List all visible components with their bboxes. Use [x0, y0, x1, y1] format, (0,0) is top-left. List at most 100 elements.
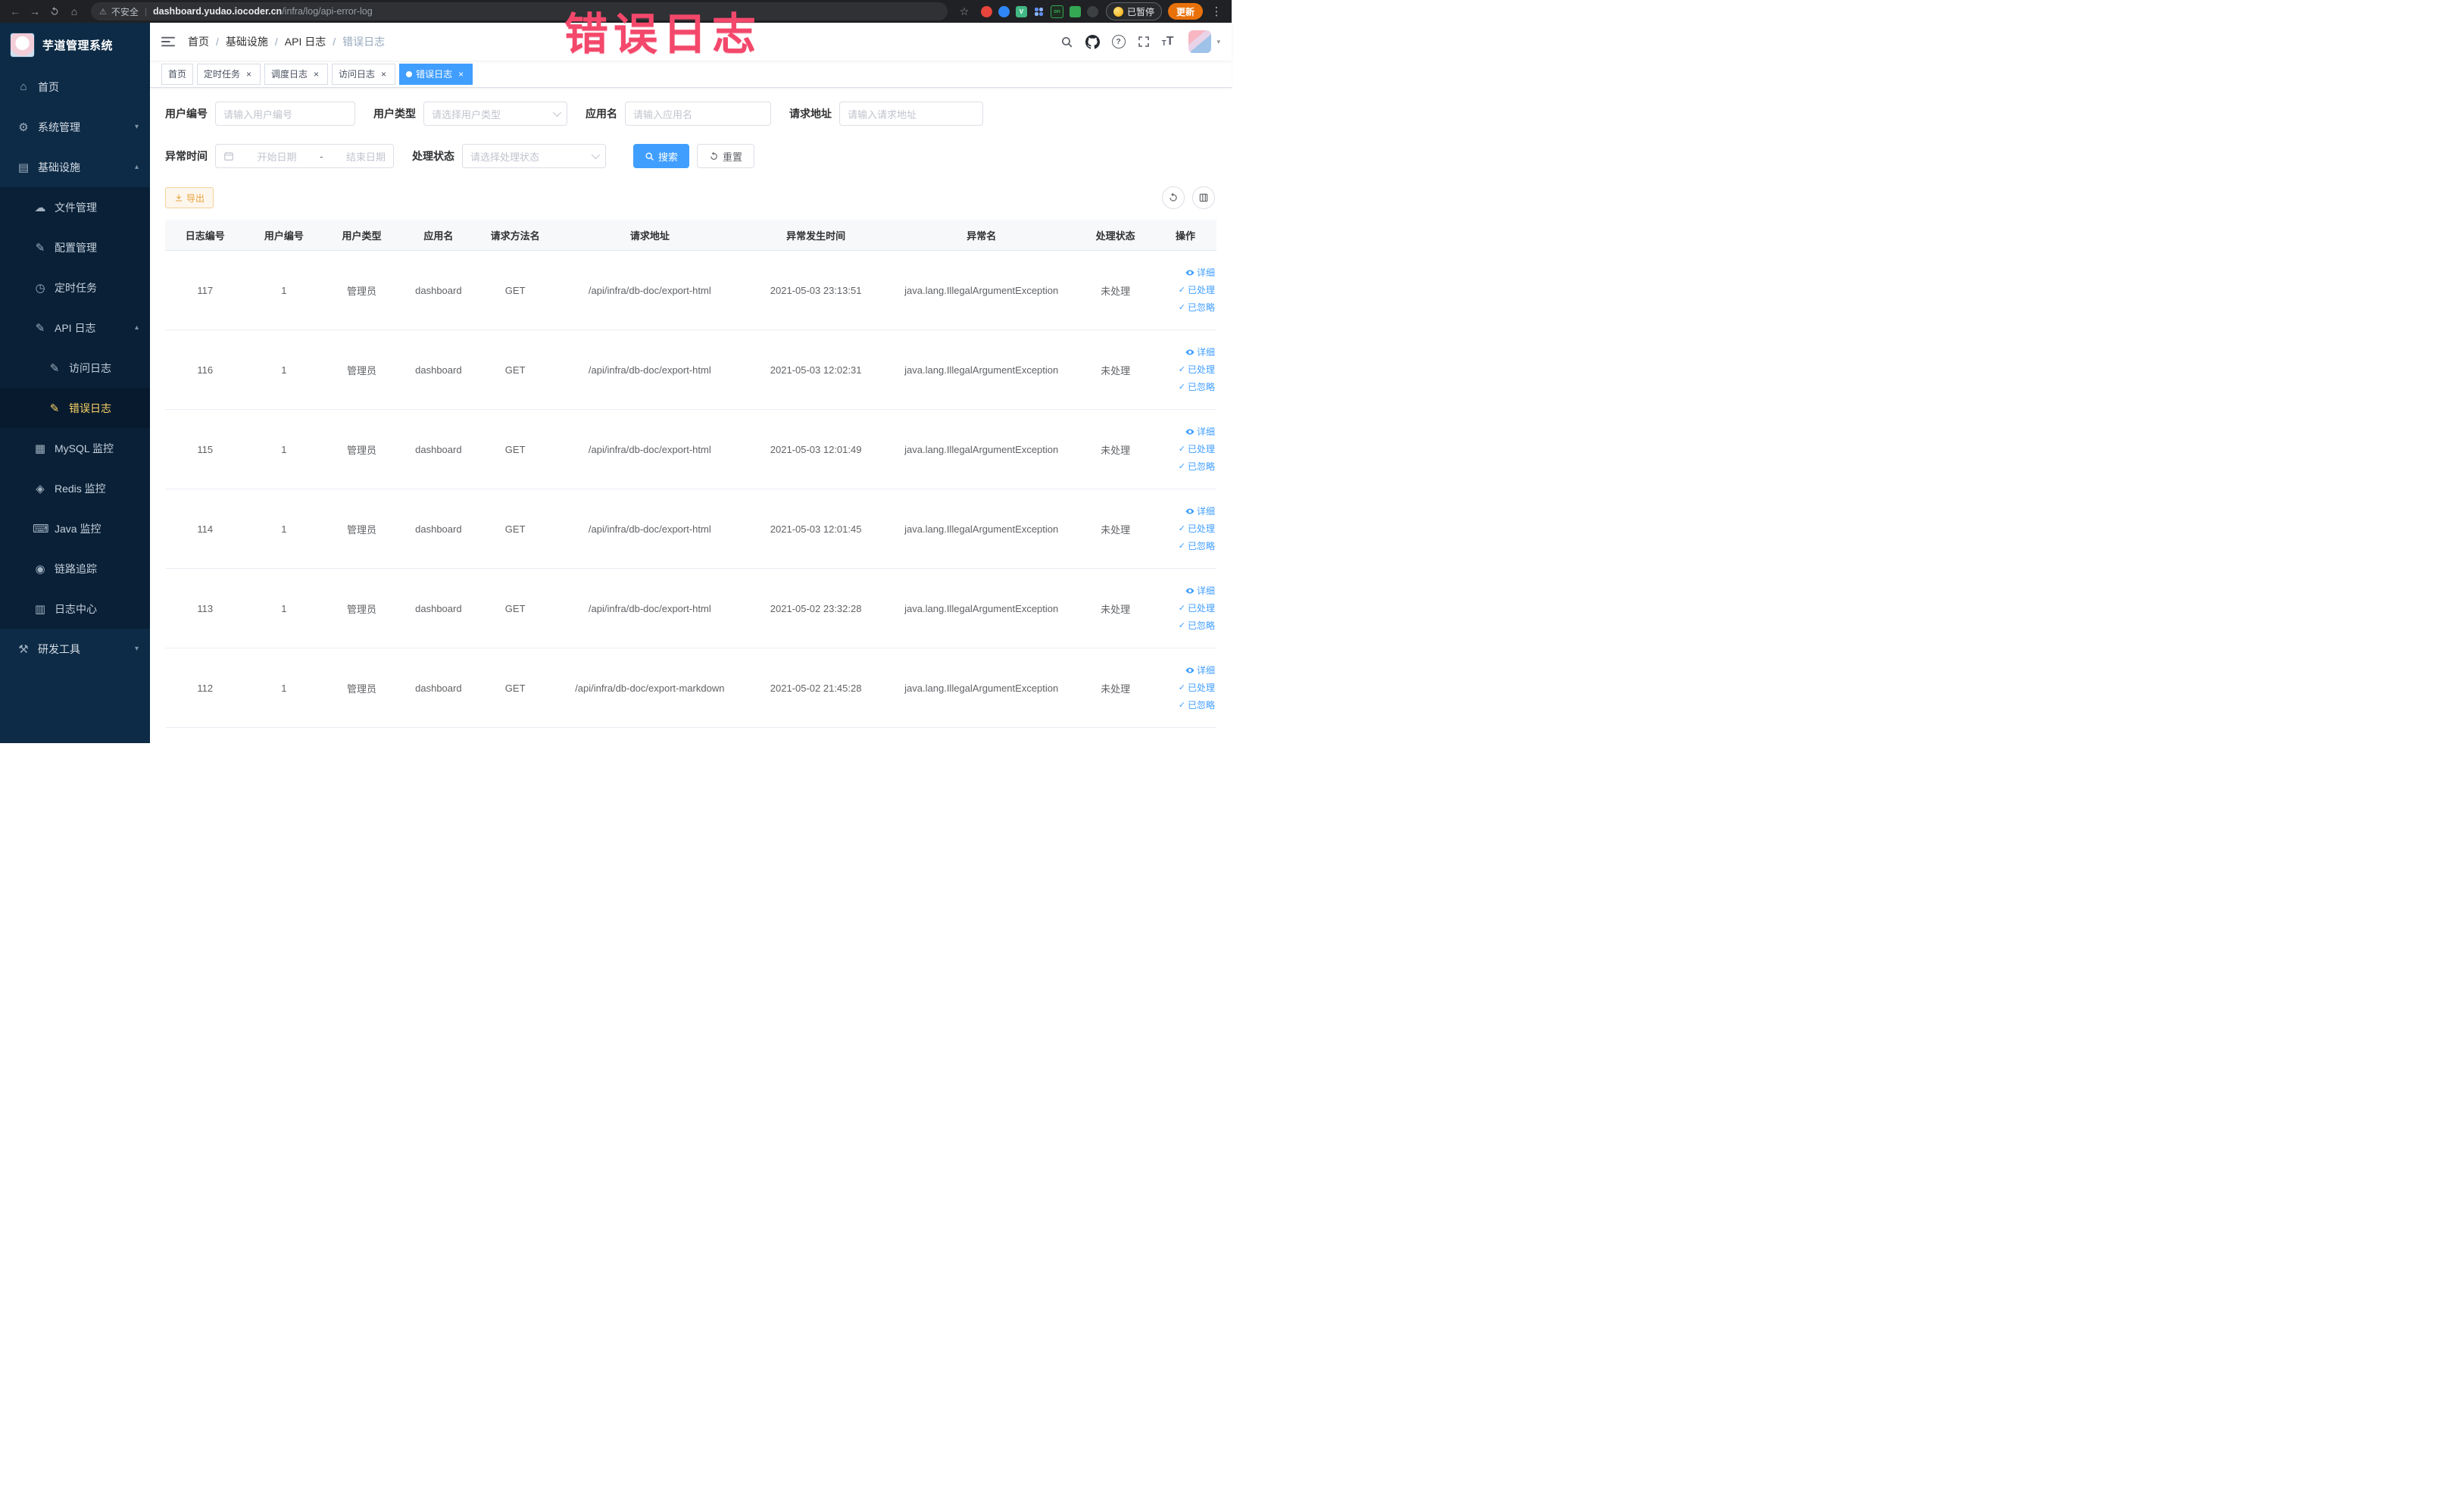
more-menu-icon[interactable]: ⋮ — [1207, 2, 1226, 20]
forward-icon[interactable]: → — [26, 2, 44, 20]
close-icon[interactable]: × — [456, 69, 466, 80]
ignored-link-label: 已忽略 — [1187, 301, 1215, 313]
cell-exception: java.lang.IllegalArgumentException — [886, 489, 1077, 569]
sidebar-item-log-center[interactable]: ▥ 日志中心 — [0, 589, 150, 629]
sidebar-item-home[interactable]: ⌂ 首页 — [0, 67, 150, 107]
detail-link-label: 详细 — [1196, 505, 1215, 517]
extension-icon[interactable] — [1086, 5, 1098, 17]
font-size-icon[interactable]: TT — [1162, 36, 1174, 48]
close-icon[interactable]: × — [379, 69, 389, 80]
detail-link[interactable]: 详细 — [1157, 503, 1215, 520]
processed-link[interactable]: ✓ 已处理 — [1157, 282, 1215, 299]
processed-link[interactable]: ✓ 已处理 — [1157, 600, 1215, 617]
cell-method: GET — [476, 568, 554, 648]
process-status-select[interactable]: 请选择处理状态 — [462, 144, 606, 168]
user-id-input[interactable]: 请输入用户编号 — [215, 102, 355, 126]
search-icon[interactable] — [1060, 36, 1073, 48]
extension-icon[interactable] — [1032, 5, 1045, 17]
sidebar-item-access-log[interactable]: ✎ 访问日志 — [0, 348, 150, 388]
processed-link[interactable]: ✓ 已处理 — [1157, 361, 1215, 379]
breadcrumb-item[interactable]: API 日志 — [285, 34, 326, 49]
user-type-select[interactable]: 请选择用户类型 — [423, 102, 567, 126]
cell-exception: java.lang.IllegalArgumentException — [886, 330, 1077, 410]
processed-link[interactable]: ✓ 已处理 — [1157, 679, 1215, 697]
sidebar-item-file-management[interactable]: ☁ 文件管理 — [0, 187, 150, 227]
user-avatar[interactable]: ▾ — [1188, 30, 1220, 53]
request-url-input[interactable]: 请输入请求地址 — [839, 102, 983, 126]
detail-link[interactable]: 详细 — [1157, 264, 1215, 282]
bookmark-star-icon[interactable]: ☆ — [955, 2, 973, 20]
sidebar-item-scheduled-tasks[interactable]: ◷ 定时任务 — [0, 267, 150, 308]
ignored-link[interactable]: ✓ 已忽略 — [1157, 299, 1215, 317]
fullscreen-icon[interactable] — [1138, 36, 1150, 48]
warning-icon: ⚠ — [99, 7, 107, 17]
ignored-link[interactable]: ✓ 已忽略 — [1157, 697, 1215, 714]
check-icon: ✓ — [1178, 541, 1185, 551]
column-header: 用户类型 — [323, 220, 401, 251]
error-log-table: 日志编号 用户编号 用户类型 应用名 请求方法名 请求地址 异常发生时间 异常名 处理状态 操作 … — [165, 220, 1216, 728]
tab-schedule-log[interactable]: 调度日志 × — [264, 63, 329, 85]
sidebar-item-mysql-monitor[interactable]: ▦ MySQL 监控 — [0, 428, 150, 468]
cell-method: GET — [476, 409, 554, 489]
ignored-link[interactable]: ✓ 已忽略 — [1157, 617, 1215, 635]
export-button[interactable]: 导出 — [165, 187, 214, 208]
browser-update-button[interactable]: 更新 — [1167, 3, 1203, 20]
sidebar-item-error-log[interactable]: ✎ 错误日志 — [0, 388, 150, 428]
ignored-link[interactable]: ✓ 已忽略 — [1157, 458, 1215, 476]
tab-access-log[interactable]: 访问日志 × — [332, 63, 396, 85]
paused-extension-button[interactable]: 已暂停 — [1105, 2, 1162, 20]
exception-time-range-picker[interactable]: 开始日期 - 结束日期 — [215, 144, 394, 168]
processed-link[interactable]: ✓ 已处理 — [1157, 441, 1215, 458]
close-icon[interactable]: × — [244, 69, 254, 80]
cell-id: 115 — [165, 409, 245, 489]
sidebar-item-redis-monitor[interactable]: ◈ Redis 监控 — [0, 468, 150, 508]
ignored-link-label: 已忽略 — [1187, 620, 1215, 631]
close-icon[interactable]: × — [311, 69, 321, 80]
reset-button[interactable]: 重置 — [697, 144, 755, 168]
tab-scheduled-tasks[interactable]: 定时任务 × — [197, 63, 261, 85]
extension-icon[interactable] — [980, 5, 992, 17]
browser-home-icon[interactable]: ⌂ — [65, 2, 83, 20]
extension-icon[interactable] — [1069, 5, 1081, 17]
reload-icon[interactable] — [45, 2, 64, 20]
extension-icon[interactable] — [998, 5, 1010, 17]
detail-link[interactable]: 详细 — [1157, 583, 1215, 600]
address-bar[interactable]: ⚠ 不安全 | dashboard.yudao.iocoder.cn/infra… — [91, 2, 948, 20]
ignored-link[interactable]: ✓ 已忽略 — [1157, 538, 1215, 555]
extension-icon[interactable]: on — [1050, 5, 1063, 18]
app-logo[interactable]: 芋道管理系统 — [0, 23, 150, 67]
refresh-button[interactable] — [1162, 186, 1185, 209]
github-icon[interactable] — [1085, 34, 1100, 49]
detail-link[interactable]: 详细 — [1157, 423, 1215, 441]
sidebar-item-infrastructure[interactable]: ▤ 基础设施 ▴ — [0, 147, 150, 187]
breadcrumb-item[interactable]: 基础设施 — [226, 34, 268, 49]
cell-user-type: 管理员 — [323, 648, 401, 728]
detail-link-label: 详细 — [1196, 585, 1215, 596]
sidebar-item-java-monitor[interactable]: ⌨ Java 监控 — [0, 508, 150, 548]
sidebar: 芋道管理系统 ⌂ 首页 ⚙ 系统管理 ▾ ▤ 基础设施 ▴ ☁ 文件管理 ✎ 配置管理 ◷ 定时任务 ✎ AP… — [0, 23, 150, 743]
help-icon[interactable]: ? — [1111, 35, 1126, 48]
reset-button-label: 重置 — [723, 151, 743, 163]
sidebar-item-system-management[interactable]: ⚙ 系统管理 ▾ — [0, 107, 150, 147]
sidebar-item-dev-tools[interactable]: ⚒ 研发工具 ▾ — [0, 629, 150, 669]
hamburger-menu-icon[interactable] — [161, 36, 175, 48]
column-settings-button[interactable] — [1192, 186, 1215, 209]
back-icon[interactable]: ← — [6, 2, 24, 20]
tab-error-log[interactable]: 错误日志 × — [399, 63, 473, 85]
breadcrumb-item[interactable]: 错误日志 — [342, 34, 385, 49]
eye-icon — [1185, 508, 1195, 514]
config-icon: ✎ — [35, 241, 45, 255]
sidebar-item-config-management[interactable]: ✎ 配置管理 — [0, 227, 150, 267]
cell-time: 2021-05-02 23:32:28 — [745, 568, 887, 648]
detail-link[interactable]: 详细 — [1157, 344, 1215, 361]
app-name-input[interactable]: 请输入应用名 — [625, 102, 771, 126]
sidebar-item-link-trace[interactable]: ◉ 链路追踪 — [0, 548, 150, 589]
vue-devtools-icon[interactable]: V — [1015, 5, 1027, 17]
tab-home[interactable]: 首页 — [161, 63, 194, 85]
processed-link[interactable]: ✓ 已处理 — [1157, 520, 1215, 538]
sidebar-item-api-log[interactable]: ✎ API 日志 ▴ — [0, 308, 150, 348]
detail-link[interactable]: 详细 — [1157, 662, 1215, 679]
search-button[interactable]: 搜索 — [633, 144, 690, 168]
ignored-link[interactable]: ✓ 已忽略 — [1157, 379, 1215, 396]
breadcrumb-item[interactable]: 首页 — [188, 34, 209, 49]
